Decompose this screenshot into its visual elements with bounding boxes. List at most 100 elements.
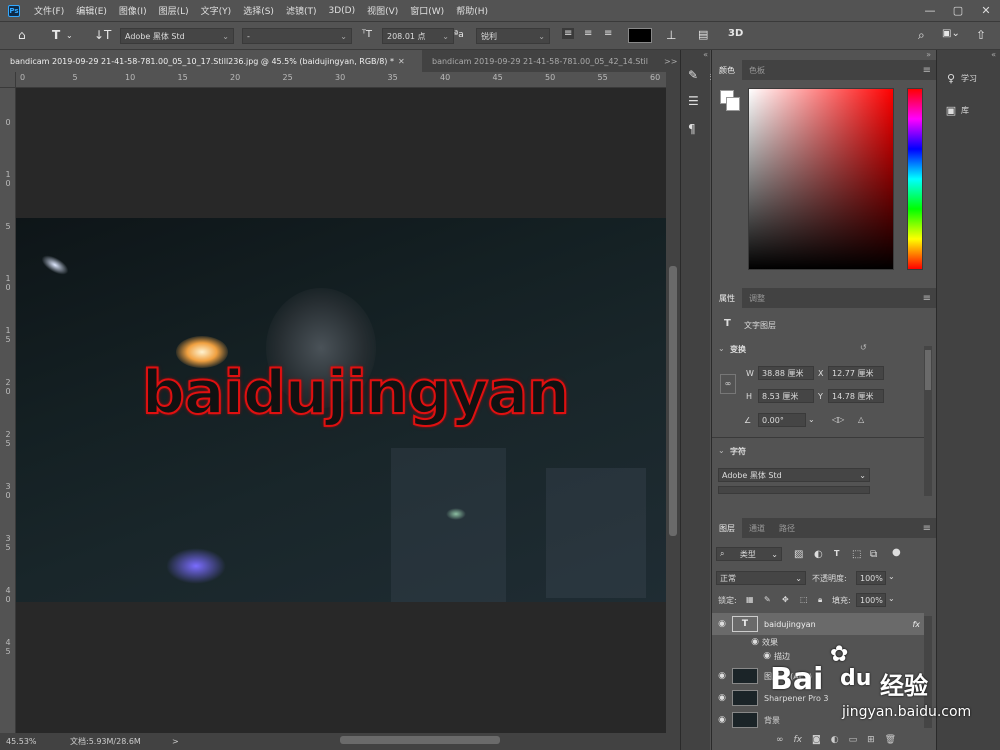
angle-field[interactable]: 0.00° <box>758 413 806 427</box>
minimize-icon[interactable]: — <box>916 4 944 17</box>
character-font-select[interactable]: Adobe 黑体 Std ⌄ <box>718 468 870 482</box>
status-menu-arrow[interactable]: > <box>172 737 184 746</box>
filter-shape-icon[interactable]: ⬚ <box>852 549 861 560</box>
library-panel-button[interactable]: ▣ 库 <box>941 98 997 122</box>
type-tool-icon[interactable]: T <box>52 28 60 42</box>
ruler-origin[interactable] <box>0 72 16 88</box>
filter-pixel-icon[interactable]: ▨ <box>794 549 803 560</box>
maximize-icon[interactable]: ▢ <box>944 4 972 17</box>
menu-view[interactable]: 视图(V) <box>361 4 404 17</box>
vertical-scrollbar[interactable] <box>666 72 680 733</box>
height-field[interactable]: 8.53 厘米 <box>758 389 814 403</box>
tab-properties[interactable]: 属性 <box>712 288 742 308</box>
panel-menu-icon[interactable]: ≡ <box>923 523 931 534</box>
align-right-icon[interactable]: ≡ <box>604 28 612 39</box>
flip-vertical-icon[interactable]: △ <box>858 415 864 424</box>
chevron-down-icon[interactable]: ⌄ <box>718 344 725 353</box>
character-header[interactable]: 字符 <box>730 446 746 457</box>
menu-3d[interactable]: 3D(D) <box>322 6 361 16</box>
lock-image-icon[interactable]: ✎ <box>764 595 771 604</box>
warp-text-icon[interactable]: ⊥ <box>666 28 676 42</box>
menu-window[interactable]: 窗口(W) <box>404 4 450 17</box>
visibility-eye-icon[interactable]: ◉ <box>712 715 732 725</box>
close-icon[interactable]: ✕ <box>398 57 405 66</box>
zoom-level[interactable]: 45.53% <box>0 737 60 746</box>
chevron-down-icon[interactable]: ⌄ <box>888 594 895 603</box>
visibility-eye-icon[interactable]: ◉ <box>712 671 732 681</box>
align-left-icon[interactable]: ≡ <box>562 28 575 39</box>
layer-row-text[interactable]: ◉ T baidujingyan fx <box>712 613 924 635</box>
menu-filter[interactable]: 滤镜(T) <box>280 4 323 17</box>
search-icon[interactable]: ⌕ <box>918 28 925 43</box>
hue-slider[interactable] <box>907 88 923 270</box>
fill-field[interactable]: 100% <box>856 593 886 607</box>
background-color-swatch[interactable] <box>726 97 740 111</box>
font-family-select[interactable]: Adobe 黑体 Std ⌄ <box>120 28 234 44</box>
horizontal-scroll-thumb[interactable] <box>340 736 500 744</box>
adjustments-panel-icon[interactable]: ☰ <box>688 94 699 108</box>
vertical-scroll-thumb[interactable] <box>669 266 677 536</box>
chevron-down-icon[interactable]: ⌄ <box>718 446 725 455</box>
visibility-eye-icon[interactable]: ◉ <box>712 693 732 703</box>
tab-color[interactable]: 颜色 <box>712 60 742 80</box>
menu-type[interactable]: 文字(Y) <box>195 4 238 17</box>
align-center-icon[interactable]: ≡ <box>584 28 592 39</box>
canvas-area[interactable]: baidujingyan <box>16 88 666 733</box>
3d-button[interactable]: 3D <box>728 28 743 39</box>
properties-scroll-thumb[interactable] <box>925 350 931 390</box>
home-icon[interactable]: ⌂ <box>18 28 26 42</box>
menu-select[interactable]: 选择(S) <box>237 4 280 17</box>
y-field[interactable]: 14.78 厘米 <box>828 389 884 403</box>
character-style-select[interactable] <box>718 486 870 494</box>
layer-effects-badge[interactable]: fx <box>912 620 920 629</box>
reset-icon[interactable]: ↺ <box>860 343 867 352</box>
tab-document-active[interactable]: bandicam 2019-09-29 21-41-58-781.00_05_1… <box>0 50 422 72</box>
close-icon[interactable]: ✕ <box>972 4 1000 17</box>
paragraph-panel-icon[interactable]: ¶ <box>688 122 696 136</box>
menu-image[interactable]: 图像(I) <box>113 4 153 17</box>
share-icon[interactable]: ⇧ <box>976 28 986 42</box>
tabs-overflow-button[interactable]: >> <box>658 50 680 72</box>
font-style-select[interactable]: - ⌄ <box>242 28 352 44</box>
tab-adjustments[interactable]: 调整 <box>742 288 772 308</box>
workspace-icon[interactable]: ▣⌄ <box>942 28 960 39</box>
text-color-swatch[interactable] <box>628 28 652 43</box>
blend-mode-select[interactable]: 正常 ⌄ <box>716 571 806 585</box>
filter-type-icon[interactable]: T <box>834 549 839 558</box>
link-icon[interactable]: ∞ <box>720 374 736 394</box>
document-image[interactable]: baidujingyan <box>16 218 666 602</box>
font-size-select[interactable]: 208.01 点 ⌄ <box>382 28 454 44</box>
opacity-field[interactable]: 100% <box>856 571 886 585</box>
transform-header[interactable]: 变换 <box>730 344 746 355</box>
collapse-icon[interactable]: « <box>681 50 711 59</box>
collapse-icon[interactable]: « <box>991 50 996 59</box>
tab-channels[interactable]: 通道 <box>742 518 772 538</box>
menu-layer[interactable]: 图层(L) <box>153 4 195 17</box>
tab-document-inactive[interactable]: bandicam 2019-09-29 21-41-58-781.00_05_4… <box>422 50 658 72</box>
visibility-eye-icon[interactable]: ◉ <box>748 637 762 647</box>
layer-name[interactable]: baidujingyan <box>764 620 912 629</box>
lock-transparent-icon[interactable]: ▦ <box>746 595 754 604</box>
width-field[interactable]: 38.88 厘米 <box>758 366 814 380</box>
menu-edit[interactable]: 编辑(E) <box>70 4 113 17</box>
lock-artboard-icon[interactable]: ⬚ <box>800 595 808 604</box>
orientation-toggle-icon[interactable]: ↓T <box>94 28 111 42</box>
lock-all-icon[interactable]: 🔒︎ <box>818 595 822 605</box>
properties-scrollbar[interactable] <box>924 346 932 496</box>
chevron-down-icon[interactable]: ⌄ <box>808 415 815 424</box>
filter-smart-object-icon[interactable]: ⧉ <box>870 549 877 560</box>
canvas-text-layer[interactable]: baidujingyan <box>141 357 571 429</box>
horizontal-scrollbar[interactable] <box>190 733 666 747</box>
collapse-panels-icon[interactable]: » <box>926 50 931 59</box>
menu-file[interactable]: 文件(F) <box>28 4 70 17</box>
lock-position-icon[interactable]: ✥ <box>782 595 789 604</box>
layer-filter-select[interactable]: ⌕ 类型 ⌄ <box>716 547 782 561</box>
flip-horizontal-icon[interactable]: ◁▷ <box>832 415 844 424</box>
panel-menu-icon[interactable]: ≡ <box>923 65 931 76</box>
menu-help[interactable]: 帮助(H) <box>450 4 494 17</box>
tab-paths[interactable]: 路径 <box>772 518 802 538</box>
tab-swatches[interactable]: 色板 <box>742 60 772 80</box>
color-picker-field[interactable] <box>748 88 894 270</box>
visibility-eye-icon[interactable]: ◉ <box>712 619 732 629</box>
tool-preset-chevron-icon[interactable]: ⌄ <box>66 31 73 40</box>
